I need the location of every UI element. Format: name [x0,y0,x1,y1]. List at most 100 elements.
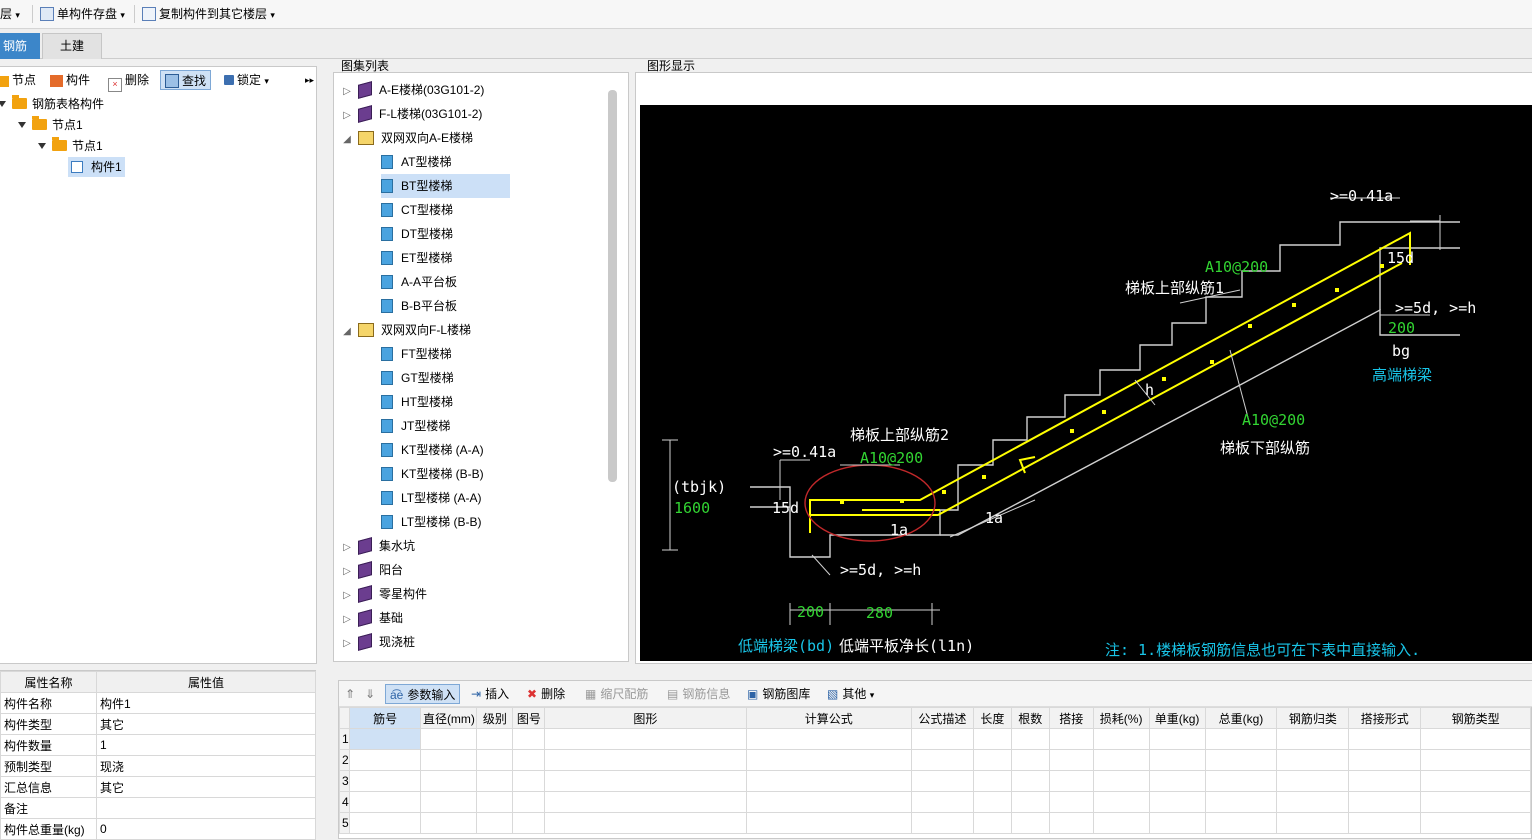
gallery-item[interactable]: CT型楼梯 [381,198,453,222]
grid-cell[interactable] [1148,749,1206,771]
grid-column-header[interactable]: 级别 [476,707,514,729]
gallery-item[interactable]: KT型楼梯 (B-B) [381,462,484,486]
grid-cell[interactable] [1010,812,1050,834]
grid-column-header[interactable]: 计算公式 [745,707,912,729]
gallery-item[interactable]: ▷ 现浇桩 [342,630,415,654]
grid-cell[interactable] [1204,770,1278,792]
grid-cell[interactable] [745,770,912,792]
grid-column-header[interactable]: 公式描述 [910,707,974,729]
tab-rebar[interactable]: 钢筋 [0,33,40,59]
gallery-item[interactable]: ▷ 零星构件 [342,582,427,606]
gallery-item[interactable]: DT型楼梯 [381,222,453,246]
gallery-item[interactable]: LT型楼梯 (A-A) [381,486,481,510]
grid-cell[interactable] [348,749,422,771]
grid-cell[interactable] [972,791,1012,813]
grid-cell[interactable] [1010,791,1050,813]
grid-cell[interactable] [348,770,422,792]
grid-cell[interactable] [972,728,1012,750]
grid-cell[interactable] [1148,728,1206,750]
grid-column-header[interactable]: 直径(mm) [420,707,478,729]
grid-cell[interactable] [910,770,974,792]
grid-cell[interactable] [1420,749,1531,771]
tree-node-1[interactable]: 节点1 [18,115,83,135]
grid-cell[interactable] [1092,812,1150,834]
grid-cell[interactable] [476,728,514,750]
grid-cell[interactable] [1420,728,1531,750]
grid-cell[interactable] [512,749,546,771]
gallery-item[interactable]: KT型楼梯 (A-A) [381,438,484,462]
grid-cell[interactable] [1348,728,1422,750]
expand-icon[interactable]: ▷ [342,80,352,104]
gallery-item[interactable]: FT型楼梯 [381,342,452,366]
find-button[interactable]: 查找 [160,70,212,90]
prop-value[interactable]: 0 [95,818,317,840]
grid-column-header[interactable]: 损耗(%) [1092,707,1150,729]
other-button[interactable]: ▧ 其他 ▾ [827,684,874,704]
rebar-info-button[interactable]: ▤ 钢筋信息 [667,684,730,704]
grid-row[interactable]: 5 [339,812,1531,834]
gallery-item[interactable]: ▷ 集水坑 [342,534,415,558]
grid-cell[interactable] [476,749,514,771]
grid-cell[interactable] [745,749,912,771]
grid-column-header[interactable]: 搭接 [1048,707,1094,729]
grid-cell[interactable] [1348,812,1422,834]
grid-cell[interactable] [1348,770,1422,792]
gallery-item[interactable]: JT型楼梯 [381,414,450,438]
prop-row[interactable]: 预制类型 现浇 [0,755,317,777]
grid-cell[interactable] [1092,749,1150,771]
grid-cell[interactable] [476,770,514,792]
grid-row[interactable]: 1 [339,728,1531,750]
tab-civil[interactable]: 土建 [42,33,102,59]
grid-cell[interactable] [910,812,974,834]
expand-icon[interactable]: ▷ [342,560,352,584]
grid-column-header[interactable]: 筋号 [348,707,422,729]
grid-cell[interactable] [1204,791,1278,813]
gallery-item[interactable]: AT型楼梯 [381,150,451,174]
grid-cell[interactable] [972,749,1012,771]
prop-row[interactable]: 构件类型 其它 [0,713,317,735]
grid-cell[interactable] [1348,791,1422,813]
grid-cell[interactable] [1048,812,1094,834]
prop-value[interactable]: 其它 [95,776,317,798]
grid-cell[interactable] [1276,728,1350,750]
grid-cell[interactable] [348,812,422,834]
collapse-icon[interactable]: ◢ [342,320,352,344]
scale-rebar-button[interactable]: ▦ 缩尺配筋 [585,684,648,704]
grid-cell[interactable] [910,749,974,771]
prop-value[interactable]: 其它 [95,713,317,735]
prop-value[interactable]: 现浇 [95,755,317,777]
grid-cell[interactable] [544,749,747,771]
gallery-item[interactable]: BT型楼梯 [381,174,511,198]
grid-cell[interactable] [1048,791,1094,813]
grid-cell[interactable] [1010,770,1050,792]
grid-cell[interactable] [1092,791,1150,813]
grid-cell[interactable] [1010,728,1050,750]
grid-cell[interactable] [1148,791,1206,813]
grid-cell[interactable] [910,791,974,813]
grid-column-header[interactable]: 钢筋类型 [1420,707,1531,729]
grid-cell[interactable] [1348,749,1422,771]
grid-cell[interactable] [1010,749,1050,771]
grid-cell[interactable] [348,791,422,813]
expand-icon[interactable]: ▷ [342,584,352,608]
gallery-item[interactable]: B-B平台板 [381,294,457,318]
gallery-item[interactable]: ▷ 阳台 [342,558,403,582]
grid-row[interactable]: 3 [339,770,1531,792]
prop-row[interactable]: 构件数量 1 [0,734,317,756]
grid-cell[interactable] [1276,812,1350,834]
grid-column-header[interactable]: 根数 [1010,707,1050,729]
param-input-button[interactable]: a͡e 参数输入 [385,684,461,704]
grid-cell[interactable] [420,791,478,813]
gallery-item[interactable]: A-A平台板 [381,270,457,294]
grid-cell[interactable] [512,791,546,813]
grid-cell[interactable] [512,812,546,834]
grid-cell[interactable] [1092,728,1150,750]
lock-button[interactable]: 锁定 ▾ [224,70,269,90]
grid-cell[interactable] [512,728,546,750]
expand-icon[interactable]: ▷ [342,632,352,656]
gallery-item[interactable]: ▷ F-L楼梯(03G101-2) [342,102,482,126]
grid-cell[interactable] [1276,791,1350,813]
grid-cell[interactable] [745,791,912,813]
grid-cell[interactable] [476,791,514,813]
grid-row[interactable]: 2 [339,749,1531,771]
